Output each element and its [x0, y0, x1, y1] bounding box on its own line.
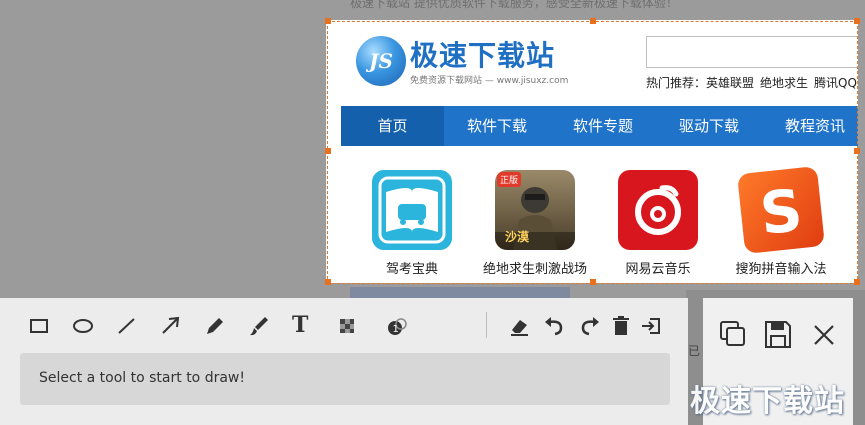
background-fragment: 已 — [688, 344, 701, 358]
trash-icon[interactable] — [607, 314, 635, 338]
resize-handle-bottom-left[interactable] — [325, 279, 331, 285]
resize-handle-top-left[interactable] — [325, 18, 331, 24]
resize-handle-bottom[interactable] — [590, 279, 596, 285]
number-tool-icon[interactable]: 1 — [383, 314, 411, 338]
copy-icon[interactable] — [716, 318, 750, 352]
resize-handle-top[interactable] — [590, 18, 596, 24]
mosaic-tool-icon[interactable] — [333, 314, 361, 338]
rectangle-tool-icon[interactable] — [25, 314, 53, 338]
text-tool-icon[interactable]: T — [289, 312, 317, 338]
eraser-tool-icon[interactable] — [506, 314, 534, 338]
resize-handle-bottom-right[interactable] — [854, 279, 860, 285]
svg-text:1: 1 — [393, 324, 399, 335]
brush-tool-icon[interactable] — [245, 314, 273, 338]
redo-icon[interactable] — [575, 314, 603, 338]
status-bar: Select a tool to start to draw! — [20, 353, 670, 405]
resize-handle-right[interactable] — [854, 148, 860, 154]
background-page-text: 极速下载站 提供优质软件下载服务，感受全新极速下载体验！ — [350, 0, 678, 10]
undo-icon[interactable] — [541, 314, 569, 338]
status-text: Select a tool to start to draw! — [39, 370, 245, 386]
toolbar-divider — [486, 312, 487, 338]
resize-handle-left[interactable] — [325, 148, 331, 154]
arrow-tool-icon[interactable] — [157, 314, 185, 338]
save-icon[interactable] — [761, 318, 795, 352]
selection-border[interactable] — [327, 21, 858, 284]
resize-handle-top-right[interactable] — [854, 18, 860, 24]
line-tool-icon[interactable] — [113, 314, 141, 338]
pencil-tool-icon[interactable] — [201, 314, 229, 338]
exit-icon[interactable] — [638, 314, 666, 338]
drawing-toolbar: T 1 Select a tool to start to draw! — [0, 298, 688, 425]
ellipse-tool-icon[interactable] — [69, 314, 97, 338]
close-icon[interactable] — [807, 318, 841, 352]
watermark: 极速下载站 — [690, 384, 845, 419]
